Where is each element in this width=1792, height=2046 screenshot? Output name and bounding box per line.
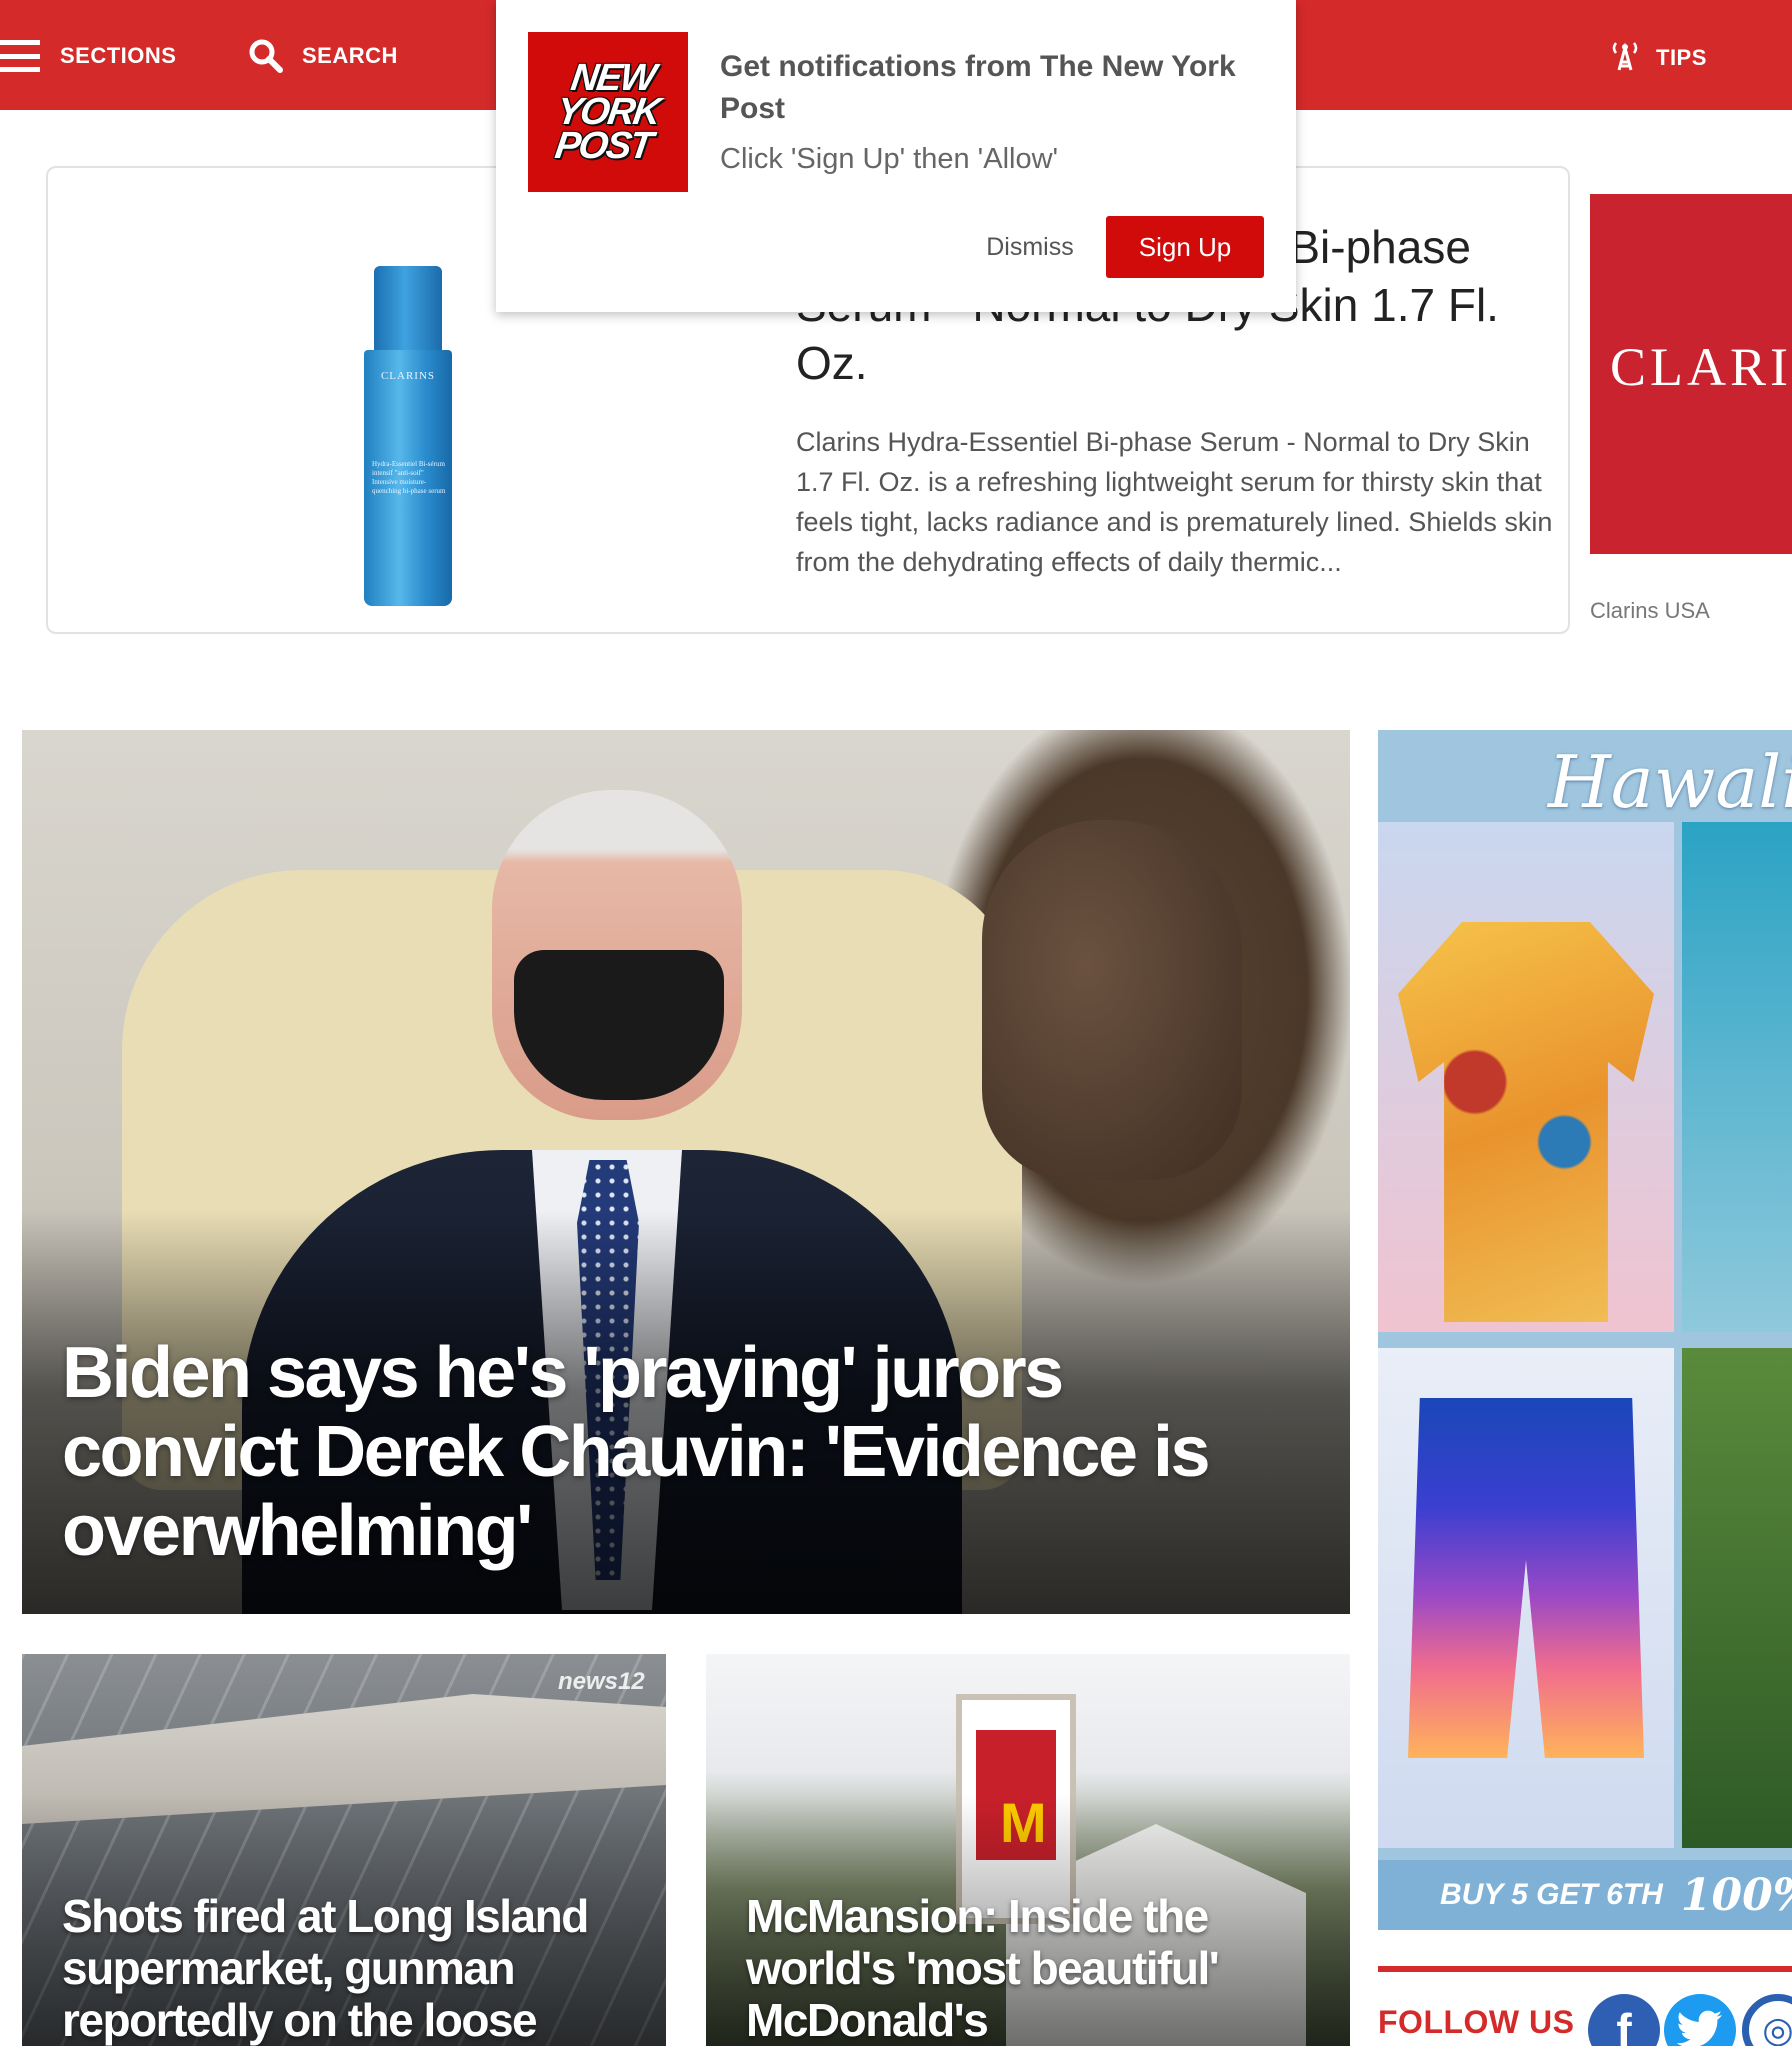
clarins-side-ad[interactable]: CLARINS — [1590, 194, 1792, 554]
notification-title: Get notifications from The New York Post — [720, 50, 1236, 125]
offer-percent: 100% — [1680, 1869, 1792, 1921]
facebook-icon[interactable]: f — [1588, 1994, 1660, 2046]
shorts-product-image — [1378, 1348, 1674, 1848]
story-card[interactable]: news12 Shots fired at Long Island superm… — [22, 1654, 666, 2046]
sign-up-button[interactable]: Sign Up — [1106, 216, 1264, 278]
tips-button[interactable]: TIPS — [1608, 36, 1707, 80]
sections-label: SECTIONS — [60, 43, 177, 68]
product-description: Clarins Hydra-Essentiel Bi-phase Serum -… — [796, 427, 1553, 577]
news12-watermark: news12 — [558, 1668, 645, 1695]
nypost-logo: NEW YORK POST — [528, 32, 688, 192]
follow-us-label: FOLLOW US — [1378, 2004, 1575, 2040]
search-label: SEARCH — [302, 43, 398, 68]
notification-prompt: NEW YORK POST Get notifications from The… — [496, 0, 1296, 312]
search-button[interactable]: SEARCH — [248, 34, 398, 78]
serum-bottle-image: CLARINS Hydra-Essentiel Bi-sérum intensi… — [364, 266, 452, 606]
clarins-logo-text: CLARINS — [1610, 337, 1792, 397]
bottle-text: Hydra-Essentiel Bi-sérum intensif "anti-… — [372, 460, 446, 495]
shirt-product-image — [1682, 822, 1792, 1332]
story-headline[interactable]: McMansion: Inside the world's 'most beau… — [746, 1890, 1326, 2046]
twitter-icon[interactable] — [1664, 1994, 1736, 2046]
offer-banner: BUY 5 GET 6TH 100% — [1378, 1860, 1792, 1930]
story-card[interactable]: M McMansion: Inside the world's 'most be… — [706, 1654, 1350, 2046]
dismiss-button[interactable]: Dismiss — [960, 216, 1100, 278]
main-story-headline[interactable]: Biden says he's 'praying' jurors convict… — [62, 1334, 1282, 1571]
search-icon — [249, 39, 283, 73]
twitter-bird-glyph — [1677, 2010, 1722, 2046]
ad-source-label[interactable]: Clarins USA — [1590, 598, 1710, 624]
offer-text: BUY 5 GET 6TH — [1440, 1878, 1663, 1911]
instagram-icon[interactable]: ◎ — [1742, 1994, 1792, 2046]
shirt-product-image — [1378, 822, 1674, 1332]
tips-label: TIPS — [1656, 45, 1707, 70]
logo-line-2: YORK — [554, 91, 662, 133]
shirt-product-image — [1682, 1348, 1792, 1848]
divider — [1378, 1966, 1792, 1972]
logo-line-1: NEW — [568, 57, 658, 99]
hamburger-icon — [0, 40, 40, 72]
sections-menu-button[interactable]: SECTIONS — [0, 34, 176, 78]
bottle-brand: CLARINS — [380, 370, 436, 382]
story-headline[interactable]: Shots fired at Long Island supermarket, … — [62, 1890, 642, 2046]
hawaiian-shirt-ad[interactable]: Hawalific BUY 5 GET 6TH 100% — [1378, 730, 1792, 1930]
ad-brand: Hawalific — [1548, 740, 1792, 824]
notification-message: Click 'Sign Up' then 'Allow' — [720, 143, 1059, 175]
logo-line-3: POST — [552, 125, 654, 167]
antenna-icon — [1612, 42, 1638, 71]
main-story[interactable]: Biden says he's 'praying' jurors convict… — [22, 730, 1350, 1614]
